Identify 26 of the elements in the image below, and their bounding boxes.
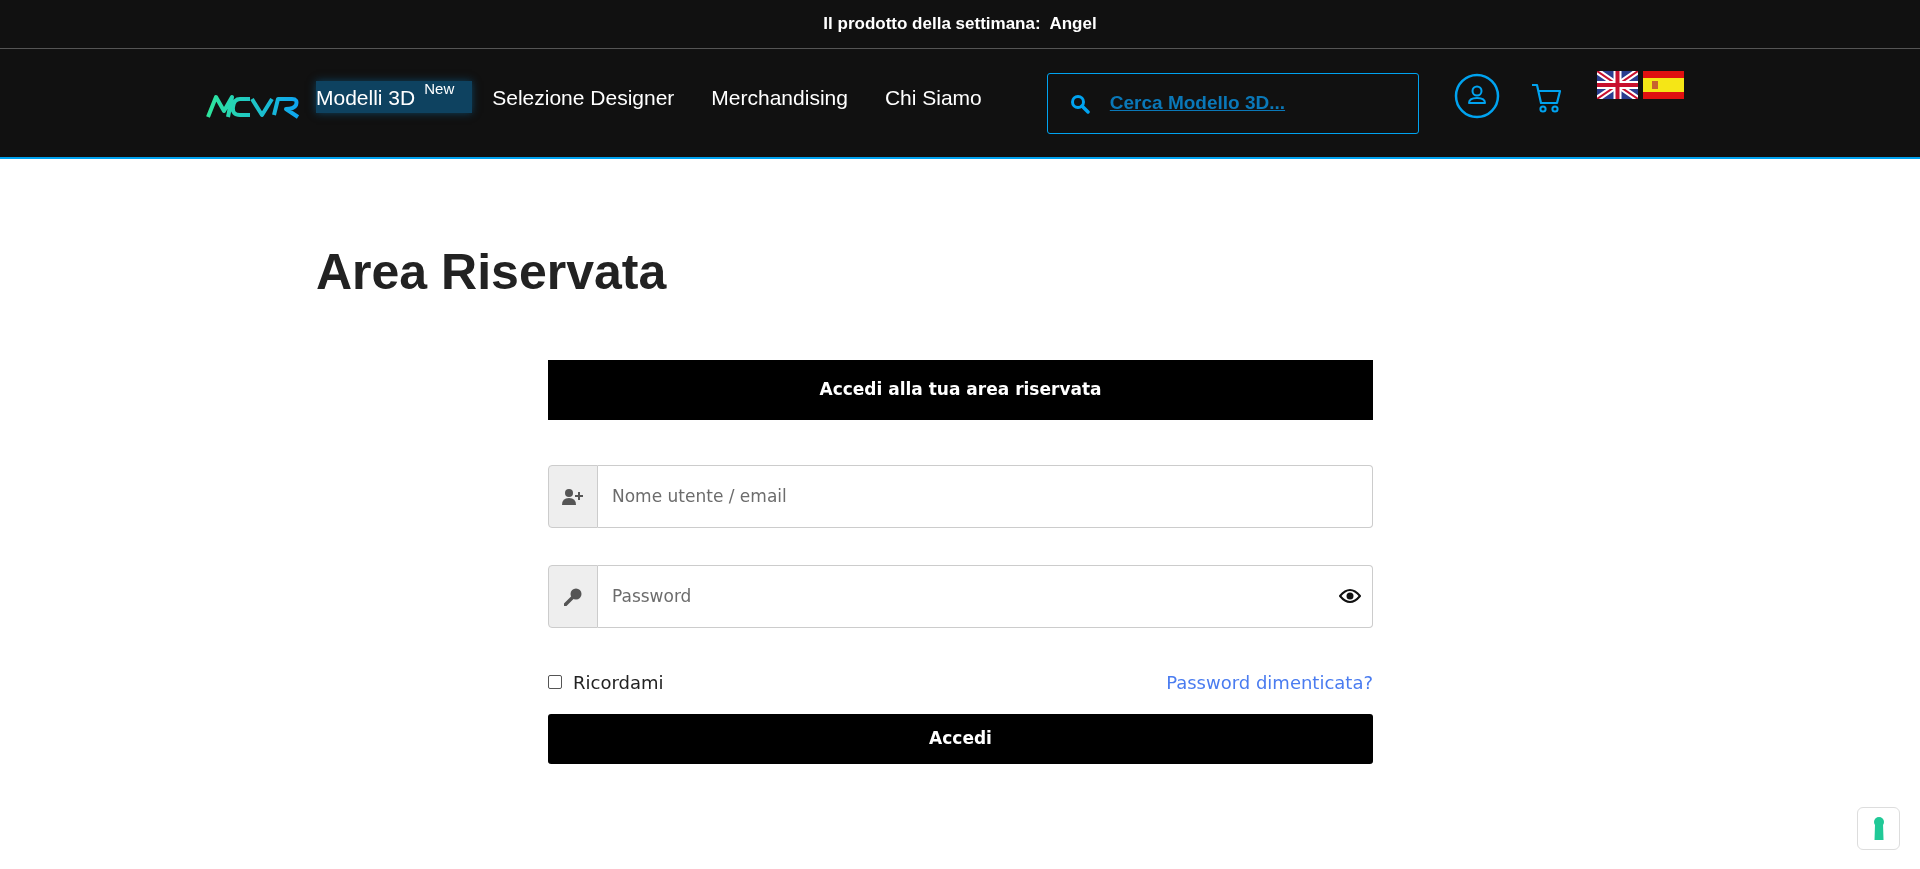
- remember-label: Ricordami: [573, 670, 664, 695]
- logo-icon[interactable]: [206, 93, 300, 119]
- nav-link-text: Modelli 3D: [316, 85, 416, 111]
- keyhole-icon: [1872, 816, 1885, 841]
- login-button[interactable]: Accedi: [548, 714, 1373, 764]
- forgot-password-link[interactable]: Password dimenticata?: [1166, 668, 1373, 696]
- page-title: Area Riservata: [316, 247, 668, 297]
- uk-flag-icon[interactable]: [1596, 71, 1638, 99]
- nav-link[interactable]: Modelli 3D New: [316, 81, 473, 113]
- nav-link[interactable]: Selezione Designer: [492, 81, 692, 113]
- new-label: New: [424, 81, 455, 96]
- nav-link[interactable]: Merchandising: [711, 81, 865, 113]
- spain-flag-icon[interactable]: [1642, 71, 1684, 99]
- show-password-icon[interactable]: [1339, 588, 1361, 604]
- remember-checkbox[interactable]: [548, 675, 562, 689]
- search-field[interactable]: Cerca Modello 3D...: [1046, 73, 1419, 134]
- username-field[interactable]: Nome utente / email: [598, 465, 1373, 528]
- password-field[interactable]: Password: [598, 565, 1373, 628]
- login-header-text: Accedi alla tua area riservata: [819, 378, 1102, 402]
- announcement-text: Il prodotto della settimana: Angel: [823, 13, 1097, 36]
- search-icon: [1069, 93, 1090, 114]
- key-icon: [564, 587, 582, 606]
- add-user-icon: [562, 488, 584, 505]
- nav-link[interactable]: Chi Siamo: [884, 81, 999, 113]
- cart-icon[interactable]: [1530, 83, 1562, 113]
- user-icon[interactable]: [1453, 73, 1500, 119]
